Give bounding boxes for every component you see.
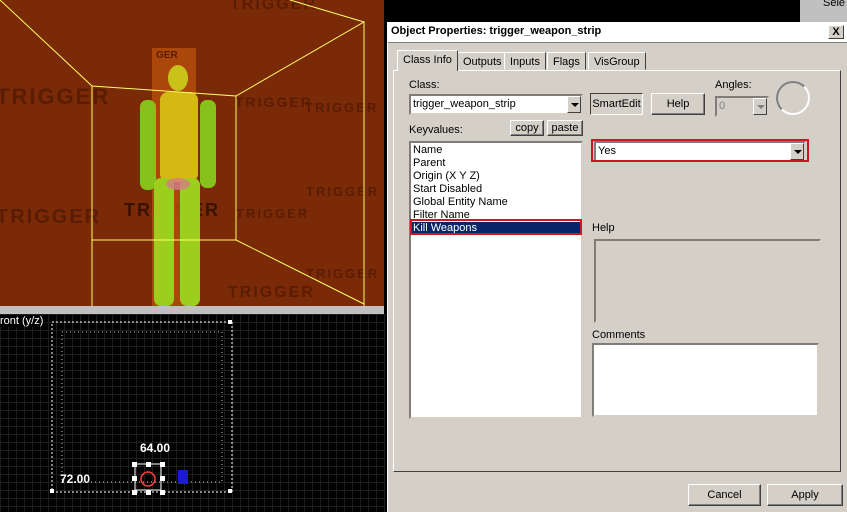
list-item[interactable]: Origin (X Y Z) (411, 170, 581, 183)
tab-inputs[interactable]: Inputs (504, 52, 546, 70)
help-text-area (594, 239, 821, 323)
chevron-down-icon[interactable] (790, 143, 804, 160)
close-icon: X (832, 26, 840, 38)
comments-field[interactable] (592, 343, 819, 417)
tab-class-info[interactable]: Class Info (397, 50, 458, 71)
help-label: Help (592, 222, 615, 234)
help-button[interactable]: Help (651, 93, 705, 115)
chevron-down-icon (753, 98, 767, 115)
help-button-label: Help (666, 98, 690, 110)
list-item[interactable]: Global Entity Name (411, 196, 581, 209)
tab-label: Flags (553, 56, 580, 68)
tab-label: Inputs (510, 56, 540, 68)
apply-button[interactable]: Apply (767, 484, 843, 506)
paste-label: paste (551, 122, 579, 134)
close-button[interactable]: X (828, 25, 844, 39)
smartedit-label: SmartEdit (592, 98, 641, 110)
height-dimension: 72.00 (60, 472, 91, 486)
comments-label: Comments (592, 329, 646, 341)
tab-label: Class Info (403, 54, 452, 66)
list-item[interactable]: Start Disabled (411, 183, 581, 196)
list-item[interactable]: Parent (411, 157, 581, 170)
side-panel-label: Sele (823, 0, 846, 9)
class-select[interactable]: trigger_weapon_strip (409, 94, 583, 115)
smartedit-toggle[interactable]: SmartEdit (590, 93, 643, 115)
tab-outputs[interactable]: Outputs (457, 52, 508, 70)
camera-3d-viewport[interactable]: TRIGGER TRIGGER TRIGGER TRIGGER TRIGGER … (0, 0, 384, 306)
trigger-brush-wireframe: GER (0, 0, 365, 306)
cancel-label: Cancel (707, 489, 742, 501)
angles-label: Angles: (715, 79, 752, 91)
list-item-selected[interactable]: Kill Weapons (411, 222, 581, 235)
cancel-button[interactable]: Cancel (688, 484, 761, 506)
dialog-titlebar[interactable]: Object Properties: trigger_weapon_strip … (388, 22, 847, 43)
value-select-text: Yes (598, 145, 616, 157)
paste-button[interactable]: paste (547, 120, 583, 136)
value-select[interactable]: Yes (594, 141, 806, 162)
apply-label: Apply (791, 489, 819, 501)
keyvalues-list[interactable]: Name Parent Origin (X Y Z) Start Disable… (409, 141, 583, 419)
angles-select: 0 (715, 96, 769, 117)
class-label: Class: (409, 79, 440, 91)
width-dimension: 64.00 (140, 441, 171, 455)
copy-label: copy (515, 122, 539, 134)
list-item[interactable]: Name (411, 144, 581, 157)
selection-box[interactable] (0, 314, 386, 512)
chevron-down-icon[interactable] (567, 96, 581, 113)
angles-value: 0 (719, 100, 726, 112)
box-texture-label: GER (156, 50, 178, 61)
object-properties-dialog: Object Properties: trigger_weapon_strip … (387, 22, 847, 512)
angles-dial (776, 81, 810, 115)
keyvalues-label: Keyvalues: (409, 124, 463, 136)
tab-label: Outputs (463, 56, 502, 68)
viewport-splitter[interactable] (0, 306, 386, 314)
front-2d-viewport[interactable]: ront (y/z) 64.00 72.00 (0, 314, 386, 512)
list-item[interactable]: Filter Name (411, 209, 581, 222)
copy-button[interactable]: copy (510, 120, 544, 136)
dialog-title: Object Properties: trigger_weapon_strip (391, 25, 602, 37)
tab-flags[interactable]: Flags (547, 52, 586, 70)
class-value: trigger_weapon_strip (413, 98, 516, 110)
tab-label: VisGroup (594, 56, 640, 68)
tab-visgroup[interactable]: VisGroup (588, 52, 646, 70)
